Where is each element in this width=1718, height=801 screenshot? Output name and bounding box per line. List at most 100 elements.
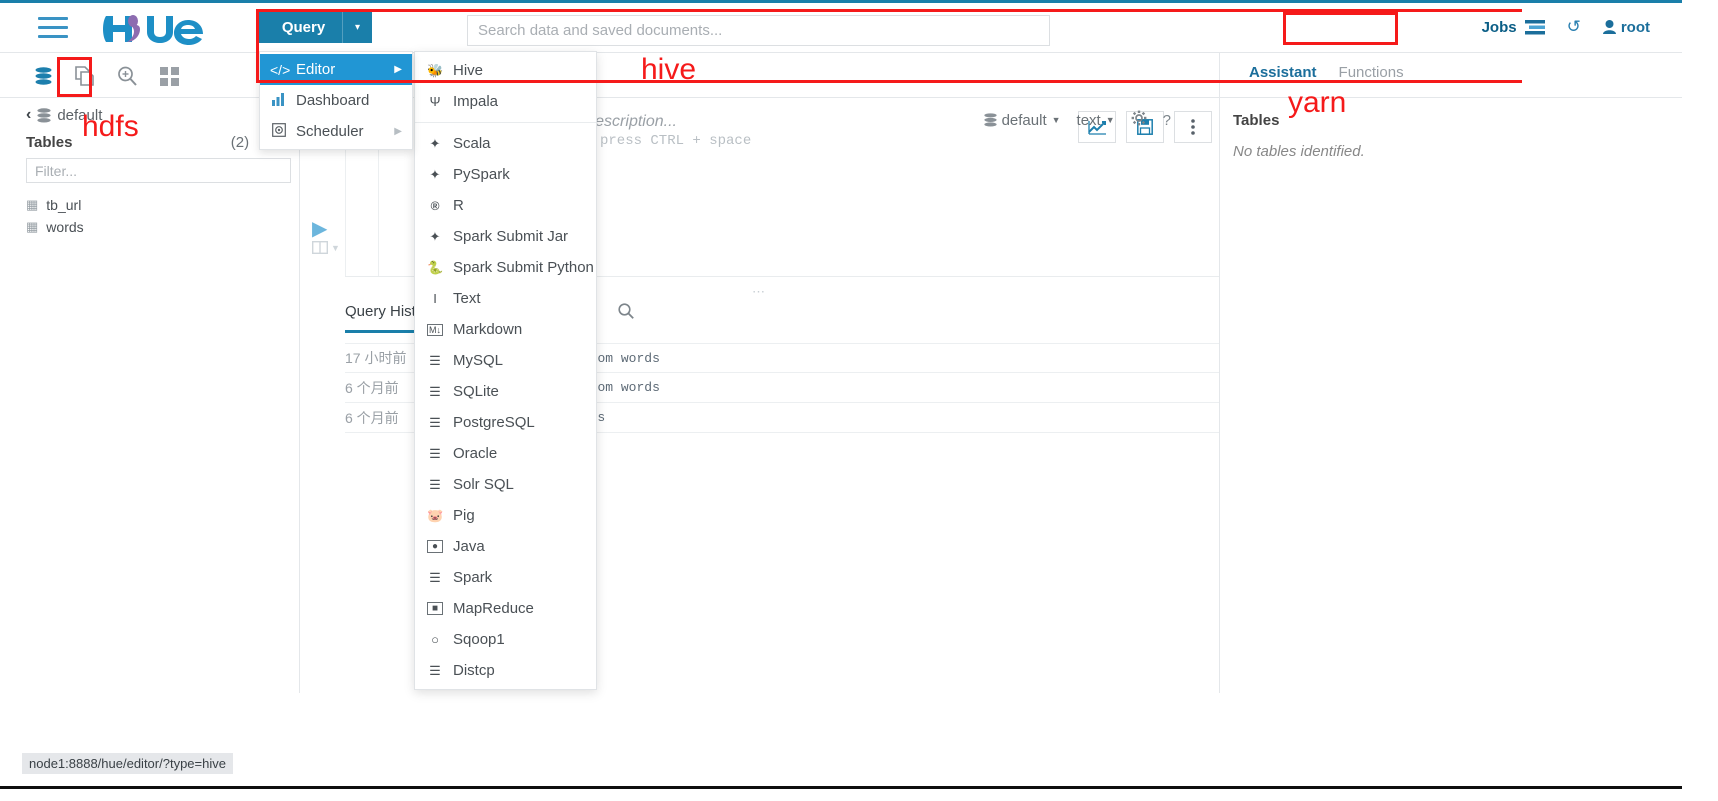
user-icon: [1602, 20, 1616, 34]
format-selector[interactable]: text ▼: [1077, 112, 1115, 129]
impala-icon: Ψ: [429, 94, 441, 109]
search-zoom-icon[interactable]: [114, 63, 140, 89]
menu-item-java[interactable]: ● Java: [415, 531, 596, 562]
database-icon: ☰: [429, 662, 441, 678]
assistant-empty-message: No tables identified.: [1233, 143, 1365, 160]
database-icon: ☰: [429, 569, 441, 585]
user-menu[interactable]: root: [1602, 18, 1650, 36]
global-search[interactable]: [467, 15, 1050, 46]
assistant-content: Tables No tables identified.: [1233, 112, 1673, 160]
r-icon: ®: [430, 198, 440, 213]
format-selector-label: text: [1076, 111, 1101, 129]
menu-item-oracle[interactable]: ☰ Oracle: [415, 438, 596, 469]
menu-item-label: Sqoop1: [453, 631, 505, 648]
menu-item-distcp[interactable]: ☰ Distcp: [415, 655, 596, 686]
menu-item-label: MySQL: [453, 352, 504, 369]
book-icon[interactable]: ▼: [312, 241, 340, 254]
search-input[interactable]: [468, 16, 1049, 45]
breadcrumb[interactable]: ‹ default: [26, 106, 102, 124]
chevron-down-icon[interactable]: ▼: [1052, 115, 1061, 125]
hive-icon: 🐝: [427, 62, 444, 78]
sqoop-icon: ○: [431, 632, 439, 647]
menu-item-label: Oracle: [453, 445, 498, 462]
grid-apps-icon[interactable]: [156, 63, 182, 89]
menu-item-label: Pig: [453, 507, 475, 524]
assistant-tables-heading: Tables: [1233, 112, 1280, 129]
database-icon: ☰: [429, 445, 441, 461]
tables-label: Tables: [26, 134, 73, 151]
menu-item-impala[interactable]: Ψ Impala: [415, 86, 596, 117]
chevron-down-icon[interactable]: ▾: [342, 12, 372, 43]
tab-functions[interactable]: Functions: [1339, 64, 1404, 81]
bottom-edge-bar: [0, 786, 1682, 789]
menu-item-label: Scheduler: [296, 123, 364, 140]
table-filter-input[interactable]: [26, 158, 291, 183]
run-query-button[interactable]: ▶: [312, 216, 327, 241]
menu-item-solr-sql[interactable]: ☰ Solr SQL: [415, 469, 596, 500]
menu-item-label: Solr SQL: [453, 476, 514, 493]
menu-item-spark-submit-jar[interactable]: ✦ Spark Submit Jar: [415, 221, 596, 252]
app-header: Jobs ↺ root: [0, 3, 1682, 53]
menu-item-spark[interactable]: ☰ Spark: [415, 562, 596, 593]
assistant-tabs: Assistant Functions: [1249, 64, 1404, 81]
help-icon[interactable]: ?: [1163, 112, 1171, 129]
pig-icon: 🐷: [427, 507, 444, 523]
database-selector[interactable]: default ▼: [983, 112, 1061, 129]
menu-item-label: Scala: [453, 135, 491, 152]
menu-item-text[interactable]: I Text: [415, 283, 596, 314]
menu-item-label: Editor: [296, 61, 336, 78]
database-icon: ☰: [429, 476, 441, 492]
menu-item-editor[interactable]: </> Editor ▶: [260, 54, 412, 85]
hue-logo-icon: [103, 15, 203, 45]
menu-item-sqoop1[interactable]: ○ Sqoop1: [415, 624, 596, 655]
menu-item-scala[interactable]: ✦ Scala: [415, 128, 596, 159]
editor-selectors: default ▼ text ▼ ?: [983, 110, 1171, 130]
menu-item-sqlite[interactable]: ☰ SQLite: [415, 376, 596, 407]
chevron-down-icon[interactable]: ▼: [331, 243, 340, 253]
jobs-button[interactable]: Jobs: [1482, 19, 1545, 36]
scheduler-icon: [270, 123, 288, 140]
menu-item-label: Spark Submit Jar: [453, 228, 569, 245]
menu-item-label: Hive: [453, 62, 484, 79]
python-icon: 🐍: [427, 259, 444, 275]
editor-type-submenu: 🐝 Hive Ψ Impala ✦ Scala ✦ PySpark ® R ✦ …: [414, 51, 597, 690]
menu-item-mysql[interactable]: ☰ MySQL: [415, 345, 596, 376]
hue-logo[interactable]: [100, 13, 218, 45]
left-icon-toolbar: [30, 63, 182, 89]
documents-icon[interactable]: [72, 63, 98, 89]
search-icon[interactable]: [618, 303, 634, 323]
menu-item-label: PySpark: [453, 166, 510, 183]
menu-item-hive[interactable]: 🐝 Hive: [415, 55, 596, 86]
menu-item-postgresql[interactable]: ☰ PostgreSQL: [415, 407, 596, 438]
menu-item-dashboard[interactable]: Dashboard: [260, 85, 412, 116]
menu-item-label: Markdown: [453, 321, 523, 338]
database-icon: [983, 113, 997, 127]
tables-header: Tables (2) ▼: [26, 134, 272, 151]
menu-separator: [415, 122, 596, 123]
chevron-down-icon[interactable]: ▼: [1106, 115, 1115, 125]
list-item[interactable]: ▦ tb_url: [26, 194, 291, 216]
back-chevron-icon[interactable]: ‹: [26, 106, 31, 124]
tab-assistant[interactable]: Assistant: [1249, 64, 1317, 81]
list-item[interactable]: ▦ words: [26, 216, 291, 238]
history-icon[interactable]: ↺: [1567, 17, 1581, 37]
database-icon[interactable]: [30, 63, 56, 89]
splitter-handle[interactable]: ⋯: [752, 284, 766, 300]
menu-item-mapreduce[interactable]: ■ MapReduce: [415, 593, 596, 624]
menu-item-markdown[interactable]: M↓ Markdown: [415, 314, 596, 345]
status-bar-url: node1:8888/hue/editor/?type=hive: [22, 753, 233, 774]
menu-item-scheduler[interactable]: Scheduler ▶: [260, 116, 412, 147]
assistant-tabs-underline: [1219, 97, 1682, 98]
menu-item-label: Impala: [453, 93, 499, 110]
menu-item-label: SQLite: [453, 383, 499, 400]
menu-item-pig[interactable]: 🐷 Pig: [415, 500, 596, 531]
gear-icon[interactable]: [1131, 110, 1147, 130]
user-label: root: [1620, 18, 1650, 36]
menu-item-r[interactable]: ® R: [415, 190, 596, 221]
markdown-icon: M↓: [427, 323, 443, 336]
menu-item-pyspark[interactable]: ✦ PySpark: [415, 159, 596, 190]
menu-item-spark-submit-python[interactable]: 🐍 Spark Submit Python: [415, 252, 596, 283]
hamburger-menu-icon[interactable]: [38, 17, 68, 39]
query-dropdown-button[interactable]: Query ▾: [259, 12, 372, 43]
spark-jar-icon: ✦: [429, 228, 441, 244]
